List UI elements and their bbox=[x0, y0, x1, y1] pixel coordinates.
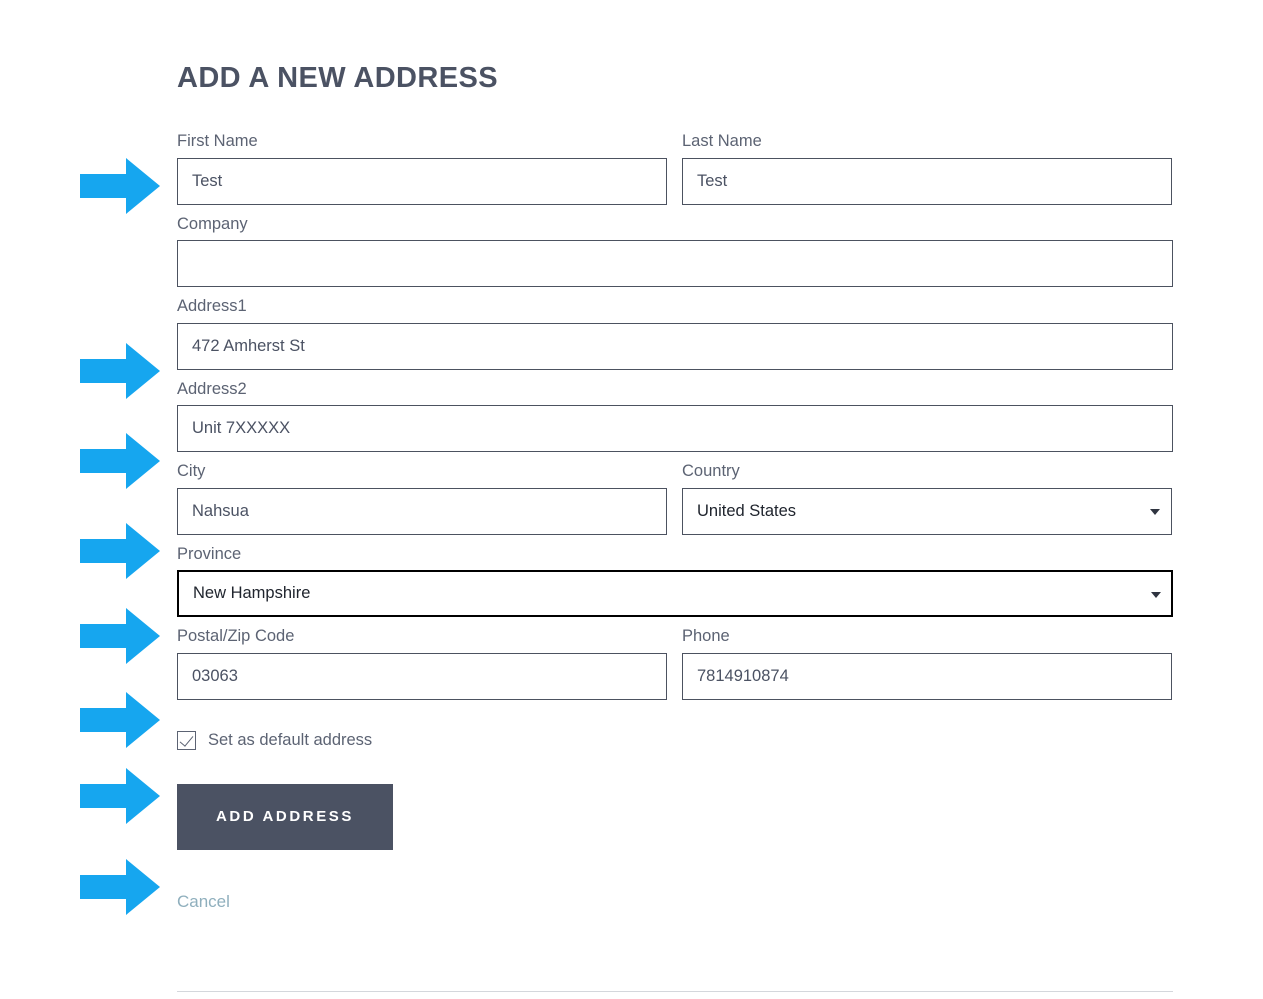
postal-code-field: Postal/Zip Code bbox=[177, 628, 667, 700]
arrow-address1 bbox=[80, 342, 160, 400]
address2-input[interactable] bbox=[177, 405, 1173, 452]
first-name-field: First Name bbox=[177, 133, 667, 205]
last-name-input[interactable] bbox=[682, 157, 1172, 205]
checkmark-icon bbox=[179, 731, 194, 747]
postal-phone-row: Postal/Zip Code Phone bbox=[177, 628, 1173, 700]
default-address-row[interactable]: Set as default address bbox=[177, 730, 1173, 750]
phone-input[interactable] bbox=[682, 652, 1172, 700]
last-name-label: Last Name bbox=[682, 132, 762, 150]
address2-field: Address2 bbox=[177, 379, 1173, 452]
postal-code-input[interactable] bbox=[177, 652, 667, 700]
address-form: First Name Last Name Company Address1 bbox=[177, 133, 1173, 912]
arrow-city bbox=[80, 522, 160, 580]
address2-label: Address2 bbox=[177, 379, 247, 398]
province-row: Province New Hampshire bbox=[177, 544, 1173, 617]
add-address-page: ADD A NEW ADDRESS First Name Last Name C… bbox=[0, 0, 1263, 999]
arrow-address2 bbox=[80, 432, 160, 490]
country-field: Country United States bbox=[682, 463, 1172, 535]
first-name-label: First Name bbox=[177, 132, 258, 150]
country-select[interactable]: United States bbox=[682, 487, 1172, 535]
province-field: Province New Hampshire bbox=[177, 544, 1173, 617]
phone-label: Phone bbox=[682, 627, 730, 645]
name-row: First Name Last Name bbox=[177, 133, 1173, 205]
default-address-label: Set as default address bbox=[208, 730, 373, 749]
last-name-field: Last Name bbox=[682, 133, 1172, 205]
company-input[interactable] bbox=[177, 240, 1173, 287]
arrow-postal-code bbox=[80, 691, 160, 749]
company-label: Company bbox=[177, 214, 248, 233]
address2-row: Address2 bbox=[177, 379, 1173, 452]
company-row: Company bbox=[177, 214, 1173, 287]
add-address-button[interactable]: ADD ADDRESS bbox=[177, 783, 393, 850]
bottom-divider bbox=[177, 991, 1173, 992]
default-address-checkbox[interactable] bbox=[177, 730, 196, 750]
address1-field: Address1 bbox=[177, 298, 1173, 370]
cancel-link[interactable]: Cancel bbox=[177, 892, 230, 912]
arrow-first-name bbox=[80, 157, 160, 215]
arrow-add-address bbox=[80, 858, 160, 916]
city-label: City bbox=[177, 462, 206, 480]
city-country-row: City Country United States bbox=[177, 463, 1173, 535]
arrow-default-checkbox bbox=[80, 767, 160, 825]
phone-field: Phone bbox=[682, 628, 1172, 700]
province-label: Province bbox=[177, 544, 242, 563]
first-name-input[interactable] bbox=[177, 157, 667, 205]
postal-code-label: Postal/Zip Code bbox=[177, 627, 295, 645]
country-select-wrap: United States bbox=[682, 487, 1172, 535]
province-select[interactable]: New Hampshire bbox=[177, 570, 1173, 617]
city-field: City bbox=[177, 463, 667, 535]
province-select-wrap: New Hampshire bbox=[177, 570, 1173, 617]
arrow-province bbox=[80, 607, 160, 665]
city-input[interactable] bbox=[177, 487, 667, 535]
page-title: ADD A NEW ADDRESS bbox=[177, 62, 498, 94]
company-field: Company bbox=[177, 214, 1173, 287]
address1-input[interactable] bbox=[177, 322, 1173, 370]
address1-label: Address1 bbox=[177, 297, 247, 315]
address1-row: Address1 bbox=[177, 298, 1173, 370]
country-label: Country bbox=[682, 462, 740, 480]
